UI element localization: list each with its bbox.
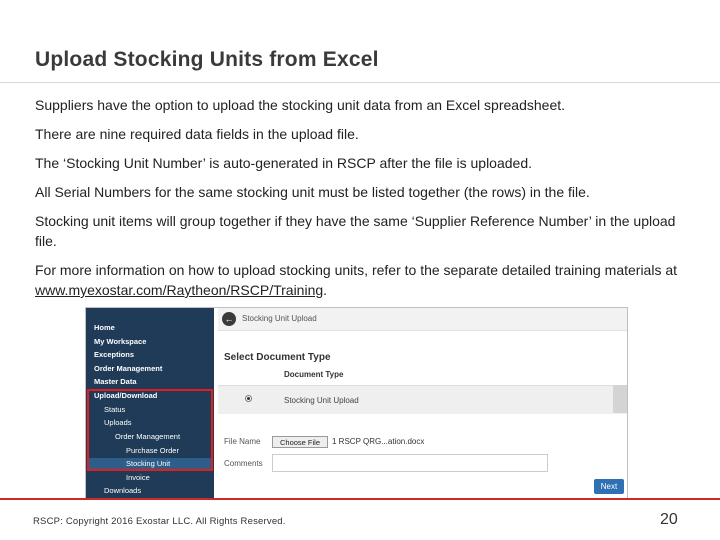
- chosen-file-name: 1 RSCP QRG...ation.docx: [332, 437, 425, 446]
- page-header: ← Stocking Unit Upload: [218, 308, 627, 331]
- paragraph-required-fields: There are nine required data fields in t…: [35, 126, 359, 142]
- sidebar-item-invoice[interactable]: Invoice: [126, 473, 150, 482]
- sidebar-item-master-data[interactable]: Master Data: [94, 377, 137, 386]
- embedded-screenshot: Home My Workspace Exceptions Order Manag…: [85, 307, 628, 499]
- page-number: 20: [660, 511, 678, 528]
- paragraph-upload-option: Suppliers have the option to upload the …: [35, 97, 566, 113]
- comments-label: Comments: [224, 459, 263, 468]
- document-type-row[interactable]: [218, 385, 627, 414]
- back-arrow-icon[interactable]: ←: [222, 312, 236, 326]
- file-name-label: File Name: [224, 437, 261, 446]
- sidebar-item-my-workspace[interactable]: My Workspace: [94, 337, 146, 346]
- section-title: Select Document Type: [224, 352, 331, 363]
- page-header-title: Stocking Unit Upload: [242, 314, 317, 323]
- paragraph-more-info: For more information on how to upload st…: [35, 260, 695, 300]
- sidebar-item-order-management[interactable]: Order Management: [94, 364, 162, 373]
- more-info-period: .: [323, 282, 328, 298]
- comments-field[interactable]: [272, 454, 548, 472]
- choose-file-button[interactable]: Choose File: [272, 436, 328, 448]
- sidebar: Home My Workspace Exceptions Order Manag…: [86, 308, 214, 498]
- highlight-box: [87, 389, 213, 471]
- paragraph-auto-generated: The ‘Stocking Unit Number’ is auto-gener…: [35, 155, 533, 171]
- scrollbar[interactable]: [613, 385, 627, 413]
- footer-copyright: RSCP: Copyright 2016 Exostar LLC. All Ri…: [33, 516, 286, 527]
- title-divider: [0, 82, 720, 83]
- footer-divider: [0, 498, 720, 500]
- document-type-radio[interactable]: [245, 395, 252, 402]
- next-button[interactable]: Next: [594, 479, 624, 494]
- column-header-document-type: Document Type: [284, 370, 344, 379]
- training-link[interactable]: www.myexostar.com/Raytheon/RSCP/Training: [35, 282, 323, 298]
- paragraph-serial-numbers: All Serial Numbers for the same stocking…: [35, 184, 590, 200]
- more-info-text: For more information on how to upload st…: [35, 262, 678, 278]
- document-type-label: Stocking Unit Upload: [284, 396, 359, 405]
- paragraph-grouping: Stocking unit items will group together …: [35, 213, 676, 249]
- sidebar-item-exceptions[interactable]: Exceptions: [94, 350, 134, 359]
- main-panel: ← Stocking Unit Upload Select Document T…: [218, 308, 627, 498]
- sidebar-item-downloads[interactable]: Downloads: [104, 486, 141, 495]
- sidebar-item-home[interactable]: Home: [94, 323, 115, 332]
- slide-title: Upload Stocking Units from Excel: [35, 48, 379, 71]
